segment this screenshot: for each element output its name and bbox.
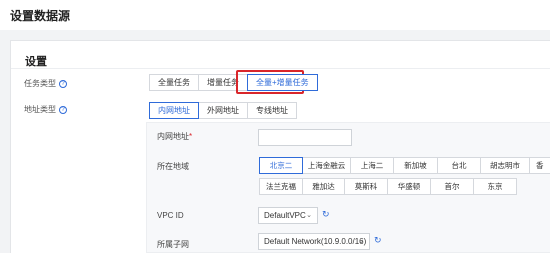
subnet-select[interactable]: Default Network(10.9.0.0/16) ⌄: [258, 233, 370, 250]
page-title: 设置数据源: [10, 9, 71, 23]
chevron-down-icon: ⌄: [358, 238, 364, 245]
address-type-label-text: 地址类型: [24, 105, 56, 114]
address-type-intranet-button[interactable]: 内网地址: [149, 102, 199, 119]
region-jakarta-button[interactable]: 雅加达: [302, 178, 345, 195]
region-tokyo-button[interactable]: 东京: [473, 178, 517, 195]
help-circle-icon[interactable]: ?: [59, 79, 67, 88]
region-shanghai-finance-button[interactable]: 上海金融云: [302, 157, 351, 174]
task-type-full-button[interactable]: 全量任务: [149, 74, 199, 91]
subnet-label: 所属子网: [157, 240, 189, 249]
region-hochiminh-button[interactable]: 胡志明市: [480, 157, 530, 174]
vpc-select-value: DefaultVPC: [264, 211, 306, 220]
help-circle-icon[interactable]: ?: [59, 105, 67, 114]
required-mark: *: [189, 132, 193, 141]
region-moscow-button[interactable]: 莫斯科: [344, 178, 388, 195]
intranet-address-input[interactable]: [258, 129, 352, 146]
region-washington-button[interactable]: 华盛顿: [387, 178, 431, 195]
region-singapore-button[interactable]: 新加坡: [393, 157, 438, 174]
region-label: 所在地域: [157, 162, 189, 171]
task-type-full-incremental-button[interactable]: 全量+增量任务: [247, 74, 318, 91]
intranet-address-label: 内网地址*: [157, 131, 192, 142]
address-type-label: 地址类型?: [24, 104, 67, 115]
task-type-label: 任务类型?: [24, 78, 67, 89]
region-frankfurt-button[interactable]: 法兰克福: [259, 178, 303, 195]
page-header: 设置数据源: [0, 0, 550, 30]
card-header: 设置: [11, 41, 550, 69]
address-type-dedicated-button[interactable]: 专线地址: [247, 102, 297, 119]
subnet-select-value: Default Network(10.9.0.0/16): [264, 237, 367, 246]
region-beijing2-button[interactable]: 北京二: [259, 157, 303, 174]
address-type-segment: 内网地址 外网地址 专线地址: [149, 102, 297, 119]
region-seoul-button[interactable]: 首尔: [430, 178, 474, 195]
vpc-id-label: VPC ID: [157, 211, 184, 220]
intranet-address-label-text: 内网地址: [157, 132, 189, 141]
chevron-down-icon: ⌄: [306, 212, 312, 219]
subnet-refresh-icon[interactable]: ↻: [374, 235, 382, 246]
card-title: 设置: [25, 56, 47, 68]
region-hongkong-button[interactable]: 香: [529, 157, 550, 174]
vpc-select[interactable]: DefaultVPC ⌄: [258, 207, 318, 224]
address-type-public-button[interactable]: 外网地址: [198, 102, 248, 119]
region-taipei-button[interactable]: 台北: [437, 157, 481, 174]
task-type-segment: 全量任务 增量任务 全量+增量任务: [149, 74, 318, 91]
vpc-refresh-icon[interactable]: ↻: [322, 209, 330, 220]
task-type-label-text: 任务类型: [24, 79, 56, 88]
region-shanghai2-button[interactable]: 上海二: [350, 157, 394, 174]
